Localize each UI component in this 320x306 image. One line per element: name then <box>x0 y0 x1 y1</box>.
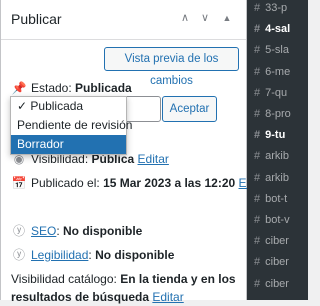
hash-icon: # <box>254 214 261 226</box>
hash-icon: # <box>254 23 261 36</box>
tag-name: bot-v <box>265 214 290 226</box>
tag-list-item[interactable]: # arkib <box>254 150 289 162</box>
move-up-icon[interactable]: ∧ <box>177 10 193 26</box>
edit-visibility-link[interactable]: Editar <box>138 152 169 166</box>
hash-icon: # <box>254 150 261 163</box>
published-label: Publicado el: <box>31 176 100 190</box>
hash-icon: # <box>254 277 261 290</box>
seo-value: No disponible <box>63 224 143 238</box>
status-option-borrador[interactable]: Borrador <box>11 135 126 154</box>
legibility-value: No disponible <box>95 248 175 262</box>
seo-row: ⓨ SEO: No disponible <box>12 224 143 238</box>
tag-name: ciber <box>265 277 289 290</box>
status-value: Publicada <box>75 81 132 95</box>
published-row: 📅Publicado el: 15 Mar 2023 a las 12:20 E… <box>11 174 270 192</box>
tag-list-item[interactable]: #6-me <box>254 66 290 78</box>
hash-icon: # <box>254 2 261 14</box>
status-row: 📌 Estado: Publicada <box>11 79 132 97</box>
tag-list-item[interactable]: # ciber <box>254 235 289 247</box>
pin-icon: 📌 <box>11 81 27 95</box>
catalog-label: Visibilidad catálogo: <box>11 272 117 286</box>
tag-list-item[interactable]: #9-tu <box>254 129 285 141</box>
tag-name: 33-p <box>265 2 288 14</box>
tag-name: 8-pro <box>265 108 291 120</box>
tag-list-item[interactable]: # bot-t <box>254 193 287 205</box>
tag-list-item[interactable]: #7-qu <box>254 87 287 99</box>
seo-link[interactable]: SEO <box>31 224 56 238</box>
legibility-row: ⓨ Legibilidad: No disponible <box>12 248 175 262</box>
panel-title: Publicar <box>11 11 62 27</box>
tag-list-item[interactable]: # bot-v <box>254 214 290 226</box>
status-dropdown[interactable]: ✓ Publicada Pendiente de revisión Borrad… <box>10 96 132 155</box>
tag-name: arkib <box>265 150 289 163</box>
move-down-icon[interactable]: ∨ <box>197 10 213 26</box>
hash-icon: # <box>254 235 261 248</box>
yoast-seo-icon: ⓨ <box>12 224 25 238</box>
hash-icon: # <box>254 129 261 142</box>
tag-name: 5-sla <box>265 44 289 57</box>
tag-name: 9-tu <box>265 129 286 142</box>
calendar-icon: 📅 <box>11 176 27 190</box>
published-value: 15 Mar 2023 a las 12:20 <box>103 176 236 190</box>
tag-list-item[interactable]: # arkib <box>254 172 289 184</box>
status-label: Estado: <box>31 81 72 95</box>
tag-list-item[interactable]: # ciber <box>254 278 289 290</box>
tag-list-item[interactable]: #33-p <box>254 2 287 14</box>
tag-name: 6-me <box>265 65 291 78</box>
publish-panel-header: Publicar ∧ ∨ ▲ <box>1 0 246 40</box>
tag-list-panel: #33-p #4-sal #5-sla #6-me #7-qu #8-pro #9-tu # a… <box>247 0 308 300</box>
tag-list-item[interactable]: #8-pro <box>254 108 291 120</box>
tag-name: arkib <box>265 171 289 184</box>
legibility-link[interactable]: Legibilidad <box>31 248 88 262</box>
tag-name: 7-qu <box>265 86 288 99</box>
tag-list-item[interactable]: # ciber <box>254 256 289 268</box>
tag-name: ciber <box>265 235 289 248</box>
hash-icon: # <box>254 44 261 57</box>
tag-name: ciber <box>265 256 289 269</box>
publish-panel: Publicar ∧ ∨ ▲ Vista previa de los cambi… <box>0 0 270 304</box>
hash-icon: # <box>254 65 261 78</box>
tag-list-item[interactable]: #5-sla <box>254 44 289 56</box>
hash-icon: # <box>254 86 261 99</box>
tag-name: 4-sal <box>265 23 291 36</box>
hash-icon: # <box>254 256 261 269</box>
preview-changes-button[interactable]: Vista previa de los cambios <box>104 47 239 87</box>
edit-catalog-link[interactable]: Editar <box>152 290 183 304</box>
catalog-visibility-row: Visibilidad catálogo: En la tienda y en … <box>11 270 239 306</box>
accept-button[interactable]: Aceptar <box>162 96 217 122</box>
hash-icon: # <box>254 108 261 120</box>
hash-icon: # <box>254 171 261 184</box>
status-option-publicada[interactable]: ✓ Publicada <box>11 97 126 116</box>
status-option-pendiente[interactable]: Pendiente de revisión <box>11 116 132 135</box>
tag-list-item[interactable]: #4-sal <box>254 23 290 35</box>
yoast-readability-icon: ⓨ <box>12 248 25 262</box>
hash-icon: # <box>254 192 261 205</box>
tag-name: bot-t <box>265 192 288 205</box>
collapse-icon[interactable]: ▲ <box>219 10 235 26</box>
